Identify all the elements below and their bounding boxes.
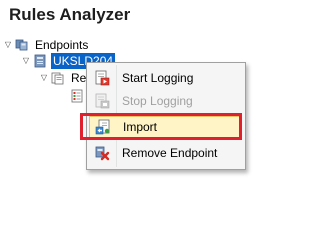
remove-endpoint-icon: [94, 145, 110, 161]
menu-label-remove-endpoint: Remove Endpoint: [122, 146, 218, 160]
menu-label-stop-logging: Stop Logging: [122, 94, 193, 108]
stop-logging-icon: [94, 93, 110, 109]
rule-file-icon: [70, 89, 84, 103]
panel-title: Rules Analyzer: [9, 5, 131, 24]
rules-icon: [51, 71, 65, 85]
collapse-arrow-icon[interactable]: ▽: [22, 56, 30, 66]
start-logging-icon: [94, 70, 110, 86]
tree-label-endpoints: Endpoints: [35, 38, 89, 52]
server-icon: [33, 54, 47, 68]
tree-item-rules[interactable]: ▽ Re: [40, 70, 88, 86]
menu-label-start-logging: Start Logging: [122, 71, 194, 85]
tree-item-endpoints[interactable]: ▽ Endpoints: [4, 37, 90, 53]
menu-item-remove-endpoint[interactable]: Remove Endpoint: [89, 142, 241, 164]
highlight-annotation-box: [80, 113, 242, 140]
menu-item-start-logging[interactable]: Start Logging: [89, 67, 241, 89]
collapse-arrow-icon[interactable]: ▽: [40, 73, 48, 83]
menu-item-stop-logging[interactable]: Stop Logging: [89, 90, 241, 112]
endpoints-icon: [15, 38, 29, 52]
collapse-arrow-icon[interactable]: ▽: [4, 40, 12, 50]
rules-analyzer-panel: Rules Analyzer ▽ Endpoints ▽ UKSLD204 ▽: [0, 0, 250, 210]
